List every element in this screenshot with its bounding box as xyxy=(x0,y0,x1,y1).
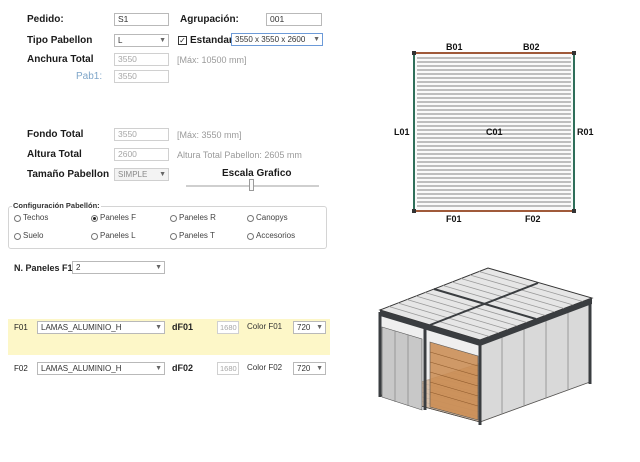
radio-paneles-t[interactable] xyxy=(170,233,177,240)
panel-f01-color-value: 720 xyxy=(297,323,311,332)
agrupacion-label: Agrupación: xyxy=(180,14,239,25)
radio-paneles-f[interactable] xyxy=(91,215,98,222)
pedido-label: Pedido: xyxy=(27,14,64,25)
tamano-pabellon-value: SIMPLE xyxy=(118,170,148,179)
plan-label-l01: L01 xyxy=(394,127,410,137)
radio-paneles-l-label: Paneles L xyxy=(100,231,136,240)
chevron-down-icon: ▼ xyxy=(155,324,162,331)
panel-f02-d-input[interactable]: 1680 xyxy=(217,362,239,375)
tamano-pabellon-select[interactable]: SIMPLE ▼ xyxy=(114,168,169,181)
tipo-pabellon-select[interactable]: L ▼ xyxy=(114,34,169,47)
radio-paneles-f-label: Paneles F xyxy=(100,213,137,222)
chevron-down-icon: ▼ xyxy=(159,171,166,178)
radio-techos-label: Techos xyxy=(23,213,49,222)
panel-f01-type-select[interactable]: LAMAS_ALUMINIO_H ▼ xyxy=(37,321,165,334)
agrupacion-input[interactable]: 001 xyxy=(266,13,322,26)
chevron-down-icon: ▼ xyxy=(159,37,166,44)
plan-label-f02: F02 xyxy=(525,214,541,224)
escala-slider-thumb[interactable] xyxy=(249,179,254,191)
anchura-total-input[interactable]: 3550 xyxy=(114,53,169,66)
radio-paneles-r-label: Paneles R xyxy=(179,213,216,222)
radio-suelo-label: Suelo xyxy=(23,231,44,240)
panel-f02-type-select[interactable]: LAMAS_ALUMINIO_H ▼ xyxy=(37,362,165,375)
altura-total-note: Altura Total Pabellon: 2605 mm xyxy=(177,150,302,160)
fondo-max-note: [Máx: 3550 mm] xyxy=(177,130,242,140)
plan-label-b02: B02 xyxy=(523,42,540,52)
estandar-checkbox[interactable]: ✓ xyxy=(178,36,187,45)
altura-total-input[interactable]: 2600 xyxy=(114,148,169,161)
chevron-down-icon: ▼ xyxy=(316,324,323,331)
radio-techos[interactable] xyxy=(14,215,21,222)
altura-total-label: Altura Total xyxy=(27,149,82,160)
anchura-total-label: Anchura Total xyxy=(27,54,94,65)
plan-label-r01: R01 xyxy=(577,127,594,137)
chevron-down-icon: ▼ xyxy=(155,365,162,372)
escala-grafico-label: Escala Grafico xyxy=(222,168,292,179)
panel-f02-type-value: LAMAS_ALUMINIO_H xyxy=(41,364,122,373)
estandar-select[interactable]: 3550 x 3550 x 2600 ▼ xyxy=(231,33,323,46)
chevron-down-icon: ▼ xyxy=(155,264,162,271)
radio-paneles-t-label: Paneles T xyxy=(179,231,215,240)
anchura-max-note: [Máx: 10500 mm] xyxy=(177,55,247,65)
radio-paneles-l[interactable] xyxy=(91,233,98,240)
pergola-3d-view[interactable] xyxy=(360,232,620,458)
panel-f01-color-select[interactable]: 720 ▼ xyxy=(293,321,326,334)
panel-f01-id: F01 xyxy=(14,323,28,332)
panel-f02-id: F02 xyxy=(14,364,28,373)
fondo-total-input[interactable]: 3550 xyxy=(114,128,169,141)
radio-paneles-r[interactable] xyxy=(170,215,177,222)
tamano-pabellon-label: Tamaño Pabellon xyxy=(27,169,110,180)
radio-accesorios-label: Accesorios xyxy=(256,231,296,240)
pedido-input[interactable]: S1 xyxy=(114,13,169,26)
n-paneles-select[interactable]: 2 ▼ xyxy=(72,261,165,274)
panel-f01-color-label: Color F01 xyxy=(247,322,283,331)
panel-f01-d-label: dF01 xyxy=(172,322,194,332)
panel-f02-color-value: 720 xyxy=(297,364,311,373)
n-paneles-value: 2 xyxy=(76,263,81,272)
radio-accesorios[interactable] xyxy=(247,233,254,240)
n-paneles-label: N. Paneles F1 xyxy=(14,263,73,273)
plan-label-f01: F01 xyxy=(446,214,462,224)
pab1-label: Pab1: xyxy=(76,71,103,82)
chevron-down-icon: ▼ xyxy=(316,365,323,372)
configuracion-title: Configuración Pabellón: xyxy=(12,201,101,210)
fondo-total-label: Fondo Total xyxy=(27,129,84,140)
radio-canopys-label: Canopys xyxy=(256,213,288,222)
plan-label-b01: B01 xyxy=(446,42,463,52)
panel-f01-d-input[interactable]: 1680 xyxy=(217,321,239,334)
tipo-pabellon-label: Tipo Pabellon xyxy=(27,35,93,46)
chevron-down-icon: ▼ xyxy=(313,36,320,43)
radio-canopys[interactable] xyxy=(247,215,254,222)
pab1-input[interactable]: 3550 xyxy=(114,70,169,83)
panel-f02-d-label: dF02 xyxy=(172,363,194,373)
radio-suelo[interactable] xyxy=(14,233,21,240)
estandar-value: 3550 x 3550 x 2600 xyxy=(235,35,306,44)
panel-f01-type-value: LAMAS_ALUMINIO_H xyxy=(41,323,122,332)
plan-label-c01: C01 xyxy=(486,127,503,137)
panel-f02-color-label: Color F02 xyxy=(247,363,283,372)
estandar-label: Estandar xyxy=(190,35,233,46)
tipo-pabellon-value: L xyxy=(118,36,123,45)
panel-f02-color-select[interactable]: 720 ▼ xyxy=(293,362,326,375)
